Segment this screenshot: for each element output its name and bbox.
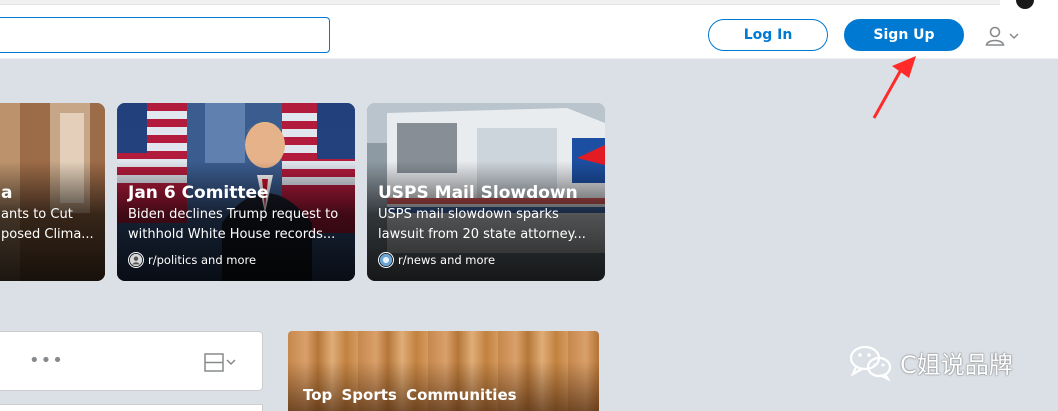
trending-card-subreddit[interactable]: r/politics and more xyxy=(128,252,256,268)
signup-button[interactable]: Sign Up xyxy=(844,19,964,51)
feed-sort-bar: ••• xyxy=(0,331,263,391)
search-input[interactable] xyxy=(0,17,330,53)
trending-card-title: Jan 6 Comittee xyxy=(128,183,269,203)
watermark: C姐说品牌 xyxy=(848,343,1013,381)
trending-card[interactable]: a ants to Cut posed Clima... xyxy=(0,103,105,281)
trending-card-title: USPS Mail Slowdown xyxy=(378,183,578,203)
trending-card[interactable]: USPS Mail Slowdown USPS mail slowdown sp… xyxy=(367,103,605,281)
trending-card[interactable]: Jan 6 Comittee Biden declines Trump requ… xyxy=(117,103,355,281)
trending-card-description: USPS mail slowdown sparks lawsuit from 2… xyxy=(378,207,586,242)
user-icon xyxy=(985,26,1005,46)
horizontal-scrollbar[interactable] xyxy=(0,0,1000,5)
annotation-arrow-icon xyxy=(872,56,916,119)
browser-icon xyxy=(1016,0,1034,9)
widget-title: Top Sports Communities xyxy=(303,386,517,404)
card-layout-icon xyxy=(204,353,236,372)
trending-card-title: a xyxy=(1,183,13,203)
trending-card-description: Biden declines Trump request to withhold… xyxy=(128,207,339,242)
trending-card-subreddit[interactable]: r/news and more xyxy=(378,252,495,268)
trending-card-description: ants to Cut posed Clima... xyxy=(1,207,94,242)
more-options-icon[interactable]: ••• xyxy=(29,350,64,371)
user-menu-dropdown[interactable] xyxy=(984,24,1026,48)
browser-top-strip xyxy=(0,0,1058,10)
card-layout-selector[interactable] xyxy=(204,352,236,378)
top-sports-communities-widget: Top Sports Communities xyxy=(288,331,599,411)
watermark-text: C姐说品牌 xyxy=(900,350,1013,379)
subreddit-avatar-icon xyxy=(128,252,144,268)
login-button[interactable]: Log In xyxy=(708,19,828,51)
post-card[interactable] xyxy=(0,404,263,411)
wechat-icon xyxy=(849,345,892,381)
chevron-down-icon xyxy=(1009,33,1019,40)
subreddit-avatar-icon xyxy=(378,252,394,268)
